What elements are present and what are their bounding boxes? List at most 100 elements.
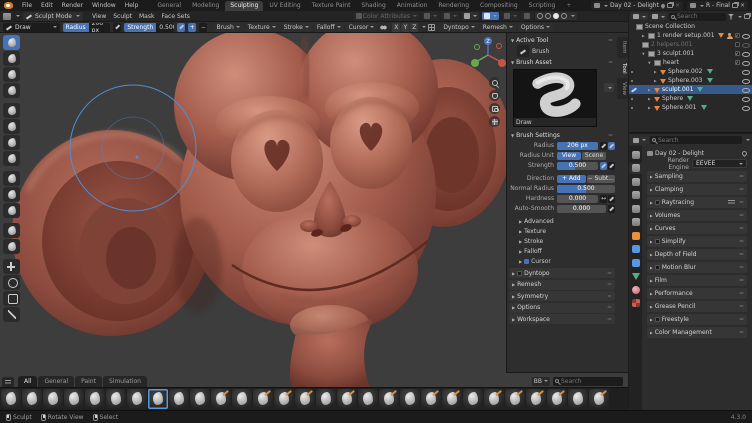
tool-face-sets[interactable] [3,239,20,254]
menu-item[interactable]: Render [58,1,87,10]
workspace-tab[interactable]: Compositing [475,1,523,11]
outliner-row[interactable]: 1 render setup.001 [629,31,752,40]
blender-logo-icon[interactable] [4,2,13,9]
tool-clay[interactable] [3,67,20,82]
shelf-search-input[interactable] [561,378,621,385]
brush-thumbnail[interactable] [547,389,567,409]
brush-preview[interactable]: Draw [513,69,597,127]
popover-button[interactable]: Stroke [281,23,312,32]
brush-thumbnail[interactable] [400,389,420,409]
scene-selector[interactable]: Day 02 - Delight × [591,1,683,10]
brush-settings-panel-header[interactable]: ▼Brush Settings= [507,130,617,140]
view-layer-selector[interactable]: R - Final × [687,1,748,10]
outliner-row[interactable]: 2 helpers.001 [629,40,752,49]
sidebar-tab[interactable]: View [617,78,628,99]
properties-panel-header[interactable]: Curves = [647,223,747,234]
popover-button[interactable]: Cursor [346,23,378,32]
brush-thumbnail[interactable] [442,389,462,409]
include-checkbox[interactable] [735,33,740,38]
world-icon[interactable] [629,217,642,228]
tool-move[interactable] [3,259,20,274]
mirror-axis-button[interactable]: Z [410,23,418,32]
brush-thumbnail[interactable] [22,389,42,409]
brush-thumbnail[interactable] [589,389,609,409]
outliner-row[interactable]: sculpt.001 [629,85,752,94]
brush-thumbnail[interactable] [421,389,441,409]
tool-snake-hook[interactable] [3,203,20,218]
orthographic-toggle-icon[interactable] [489,116,500,127]
shelf-menu-icon[interactable] [2,377,14,387]
mode-selector[interactable]: Sculpt Mode [23,12,83,21]
outliner-row[interactable]: Sphere.003 [629,76,752,85]
remove-view-layer-icon[interactable]: × [740,3,745,8]
popover-button[interactable]: Texture [245,23,279,32]
palette-dropdown[interactable] [442,12,459,20]
view-layer-icon[interactable] [629,190,642,201]
outliner-display-mode[interactable] [650,13,667,20]
texture-icon[interactable] [629,298,642,309]
properties-panel-header[interactable]: Simplify = [647,236,747,247]
radius-pressure-toggle[interactable] [600,142,607,150]
shelf-tab[interactable]: All [18,376,37,388]
material-icon[interactable] [629,284,642,295]
visibility-eye-icon[interactable] [742,78,749,84]
properties-panel-header[interactable]: Volumes = [647,210,747,221]
properties-panel-header[interactable]: Freestyle = [647,314,747,325]
include-checkbox[interactable] [735,60,740,65]
strength-slider[interactable]: 0.500 [557,162,598,170]
brush-thumbnail[interactable] [253,389,273,409]
shelf-tab[interactable]: Paint [75,376,102,388]
brush-thumbnail[interactable] [64,389,84,409]
xray-toggle[interactable] [522,12,532,20]
popover-button[interactable]: Falloff [314,23,344,32]
viewport-menu-item[interactable]: Sculpt [110,12,135,21]
visibility-eye-icon[interactable] [742,69,749,75]
output-icon[interactable] [629,176,642,187]
hardness-pressure-toggle[interactable] [608,195,615,203]
direction-option[interactable]: − Subt... [587,175,616,183]
physics-icon[interactable] [629,257,642,268]
tool-annotate[interactable] [3,307,20,322]
brush-thumbnail[interactable] [358,389,378,409]
workspace-tab[interactable]: Shading [356,1,390,11]
outliner-row[interactable]: Sphere [629,94,752,103]
subpanel-checkbox[interactable] [524,259,529,264]
outliner-row[interactable]: Sphere.001 [629,103,752,112]
workspace-tab[interactable]: General [152,1,186,11]
paint-color-dropdown[interactable] [422,12,439,20]
properties-panel-header[interactable]: Film = [647,275,747,286]
radius-pressure-toggle[interactable] [113,23,121,32]
sidebar-panel-header[interactable]: ▶ Options = [509,303,615,313]
visibility-eye-icon[interactable] [742,33,749,39]
panel-checkbox[interactable] [655,239,660,244]
shading-material-icon[interactable] [553,13,559,19]
outliner-row[interactable]: heart [629,58,752,67]
tool-smooth[interactable] [3,151,20,166]
popover-button[interactable]: Brush [213,23,242,32]
render-engine-dropdown[interactable]: EEVEE [692,159,747,168]
workspace-tab[interactable]: Scripting [524,1,561,11]
tool-flatten[interactable] [3,171,20,186]
subpanel-header[interactable]: ▶ Falloff [507,246,617,256]
shading-rendered-icon[interactable] [561,13,567,19]
shelf-search[interactable] [553,377,623,386]
visibility-eye-icon[interactable] [742,51,749,57]
brush-thumbnail[interactable] [274,389,294,409]
strength-pressure-toggle[interactable] [177,23,185,32]
active-brush-dropdown[interactable]: Draw [3,23,60,32]
workspace-tab[interactable]: Rendering [433,1,474,11]
menu-item[interactable]: Help [121,1,143,10]
brush-thumbnail[interactable] [463,389,483,409]
outliner-row[interactable]: Sphere.002 [629,67,752,76]
tool-draw[interactable] [3,35,20,50]
popover-button[interactable]: Options [518,23,553,32]
brush-thumbnail[interactable] [190,389,210,409]
radius-unit-option[interactable]: View [557,152,581,160]
pan-hand-icon[interactable] [489,90,500,101]
hardness-invert-toggle[interactable]: ↔ [600,195,607,203]
brush-thumbnail[interactable] [85,389,105,409]
properties-panel-header[interactable]: Sampling = [647,171,747,182]
tool-icon[interactable] [629,149,642,160]
workspace-tab[interactable]: Modeling [187,1,224,11]
outliner-search-input[interactable] [677,13,724,20]
